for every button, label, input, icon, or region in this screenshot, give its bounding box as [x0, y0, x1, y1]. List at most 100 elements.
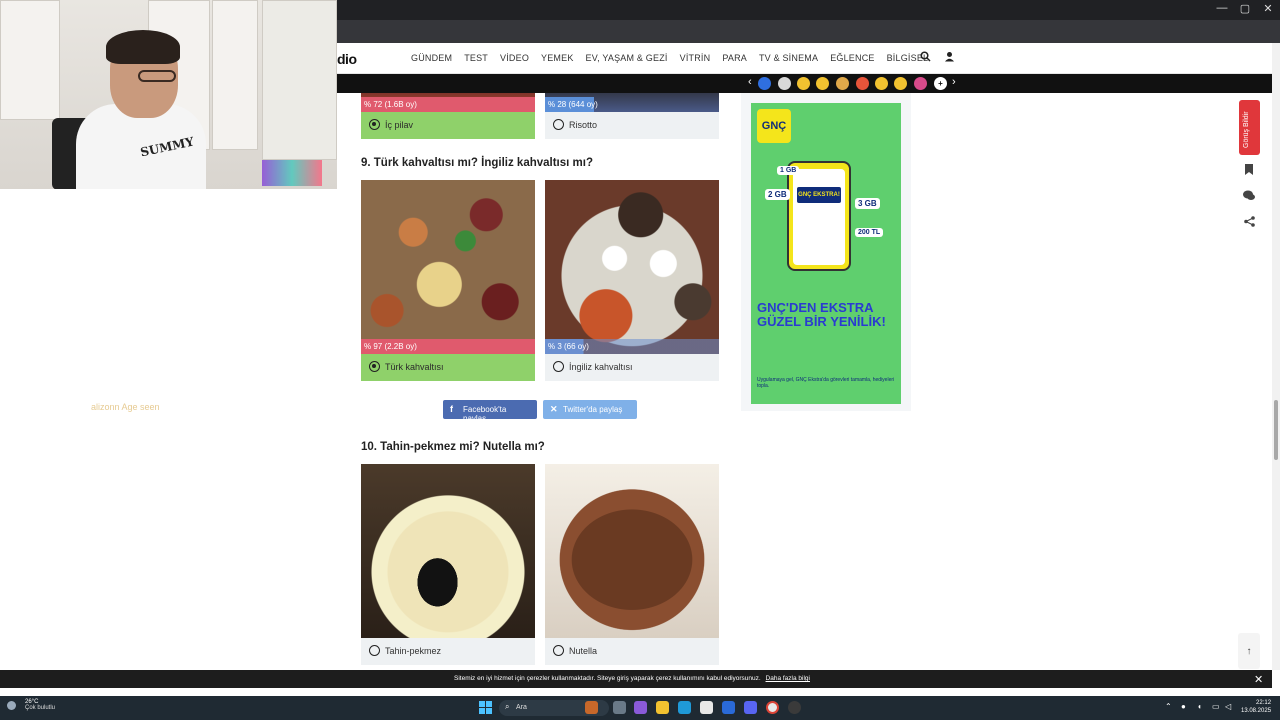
emoji-love[interactable]	[856, 77, 869, 90]
clock[interactable]: 22:12 13.08.2025	[1241, 699, 1271, 715]
cookie-more-info-link[interactable]: Daha fazla bilgi	[766, 675, 810, 682]
ad-small-text: Uygulamaya gel, GNÇ Ekstra'da görevleri …	[757, 377, 895, 389]
nav-item-video[interactable]: VİDEO	[500, 53, 529, 63]
bookmark-icon[interactable]	[1242, 164, 1256, 178]
gnc-advertisement[interactable]: GNÇ GNÇ EKSTRA! 1 GB 2 GB 3 GB 200 TL GN…	[751, 103, 901, 404]
cookie-close-button[interactable]: ✕	[1254, 673, 1263, 686]
phone-illustration: GNÇ EKSTRA!	[787, 161, 851, 271]
nav-item-tv-sinema[interactable]: TV & SİNEMA	[759, 53, 818, 63]
emoji-new[interactable]	[758, 77, 771, 90]
radio-button[interactable]	[553, 361, 564, 372]
mail-icon[interactable]	[722, 701, 735, 714]
nav-item-eglence[interactable]: EĞLENCE	[830, 53, 874, 63]
cloud-icon	[7, 701, 16, 710]
emoji-add[interactable]: +	[934, 77, 947, 90]
share-icon[interactable]	[1242, 216, 1256, 230]
nav-item-para[interactable]: PARA	[722, 53, 747, 63]
phone-banner: GNÇ EKSTRA!	[797, 187, 841, 203]
emoji-laugh[interactable]	[816, 77, 829, 90]
store-icon[interactable]	[700, 701, 713, 714]
radio-button[interactable]	[369, 119, 380, 130]
q8-left-result: % 72 (1.6B oy)	[361, 97, 535, 112]
windows-start-icon[interactable]	[479, 701, 492, 714]
door	[262, 0, 337, 160]
facebook-share-button[interactable]: f Facebook'ta paylaş	[443, 400, 537, 423]
nav-item-gundem[interactable]: GÜNDEM	[411, 53, 452, 63]
facebook-icon: f	[450, 404, 453, 414]
edge-icon[interactable]	[678, 701, 691, 714]
radio-button[interactable]	[369, 645, 380, 656]
twitter-share-button[interactable]: ✕ Twitter'da paylaş	[543, 400, 637, 419]
q10-left-label[interactable]: Tahin-pekmez	[361, 638, 535, 665]
scroll-to-top-button[interactable]: ↑	[1238, 633, 1260, 669]
strip-prev-button[interactable]: ‹	[748, 76, 752, 88]
main-content: % 72 (1.6B oy) İç pilav % 28 (644 oy) Ri…	[337, 93, 1272, 670]
gnc-logo: GNÇ	[757, 109, 791, 143]
x-twitter-icon: ✕	[550, 404, 558, 414]
comments-icon[interactable]	[1242, 190, 1256, 204]
nav-item-yemek[interactable]: YEMEK	[541, 53, 574, 63]
search-icon[interactable]	[918, 51, 932, 65]
radio-button[interactable]	[553, 645, 564, 656]
minimize-button[interactable]: —	[1210, 2, 1234, 14]
radio-button[interactable]	[369, 361, 380, 372]
weather-widget[interactable]: 26°C Çok bulutlu	[7, 699, 55, 711]
emoji-cool[interactable]	[894, 77, 907, 90]
radio-button[interactable]	[553, 119, 564, 130]
copilot-icon[interactable]	[634, 701, 647, 714]
stream-overlay-text: alizonn Age seen	[91, 402, 160, 412]
network-icon[interactable]: ▭	[1212, 702, 1220, 711]
discord-icon[interactable]	[744, 701, 757, 714]
cabinet	[212, 0, 258, 150]
cookie-text: Sitemiz en iyi hizmet için çerezler kull…	[454, 675, 810, 682]
tahin-pekmez-image	[361, 464, 535, 638]
turk-kahvaltisi-image	[361, 180, 535, 354]
main-nav: GÜNDEM TEST VİDEO YEMEK EV, YAŞAM & GEZİ…	[411, 53, 940, 63]
task-view-icon[interactable]	[613, 701, 626, 714]
q9-left-label[interactable]: Türk kahvaltısı	[361, 354, 535, 381]
scrollbar-thumb[interactable]	[1274, 400, 1278, 460]
rgb-keyboard	[262, 160, 322, 186]
site-header: dio GÜNDEM TEST VİDEO YEMEK EV, YAŞAM & …	[337, 43, 1272, 74]
chrome-icon[interactable]	[766, 701, 779, 714]
volume-icon[interactable]: ◁	[1225, 702, 1231, 711]
feedback-tab[interactable]: Görüş Bildir	[1239, 100, 1260, 155]
emoji-rocket[interactable]	[797, 77, 810, 90]
tray-chevron-icon[interactable]: ⌃	[1165, 702, 1172, 711]
reaction-strip: ‹ + ›	[337, 74, 1272, 93]
q10-right-label[interactable]: Nutella	[545, 638, 719, 665]
person-glasses	[138, 70, 176, 82]
search-icon: ⌕	[505, 702, 510, 711]
emoji-cry[interactable]	[875, 77, 888, 90]
nav-item-test[interactable]: TEST	[464, 53, 488, 63]
gb-badge: 200 TL	[855, 228, 884, 237]
cabinet	[0, 0, 60, 120]
strip-next-button[interactable]: ›	[952, 76, 956, 88]
obs-icon[interactable]	[788, 701, 801, 714]
taskbar-app-icon[interactable]	[585, 701, 598, 714]
nav-item-ev-yasam-gezi[interactable]: EV, YAŞAM & GEZİ	[586, 53, 668, 63]
page-scrollbar[interactable]	[1272, 43, 1280, 670]
question-9-title: 9. Türk kahvaltısı mı? İngiliz kahvaltıs…	[361, 157, 593, 169]
q9-left-result: % 97 (2.2B oy)	[361, 339, 535, 354]
site-logo[interactable]: dio	[337, 51, 357, 67]
emoji-smile[interactable]	[836, 77, 849, 90]
windows-taskbar: 26°C Çok bulutlu ⌕ Ara ⌃ ● ◖ ▭ ◁ 22:12 1…	[0, 696, 1280, 720]
person-hair	[106, 30, 180, 64]
nutella-image	[545, 464, 719, 638]
file-explorer-icon[interactable]	[656, 701, 669, 714]
tray-app-icon[interactable]: ●	[1181, 702, 1186, 711]
emoji-mindblown[interactable]	[914, 77, 927, 90]
ingiliz-kahvaltisi-image	[545, 180, 719, 354]
microphone-icon[interactable]: ◖	[1197, 702, 1202, 711]
q8-left-label[interactable]: İç pilav	[361, 112, 535, 139]
q8-right-result: % 28 (644 oy)	[545, 97, 598, 112]
q8-right-label[interactable]: Risotto	[545, 112, 719, 139]
nav-item-vitrin[interactable]: VİTRİN	[680, 53, 711, 63]
cookie-banner: Sitemiz en iyi hizmet için çerezler kull…	[0, 670, 1272, 688]
emoji-flag[interactable]	[778, 77, 791, 90]
close-window-button[interactable]: ✕	[1256, 2, 1280, 15]
user-icon[interactable]	[942, 51, 956, 65]
maximize-button[interactable]: ▢	[1233, 2, 1257, 15]
q9-right-label[interactable]: İngiliz kahvaltısı	[545, 354, 719, 381]
